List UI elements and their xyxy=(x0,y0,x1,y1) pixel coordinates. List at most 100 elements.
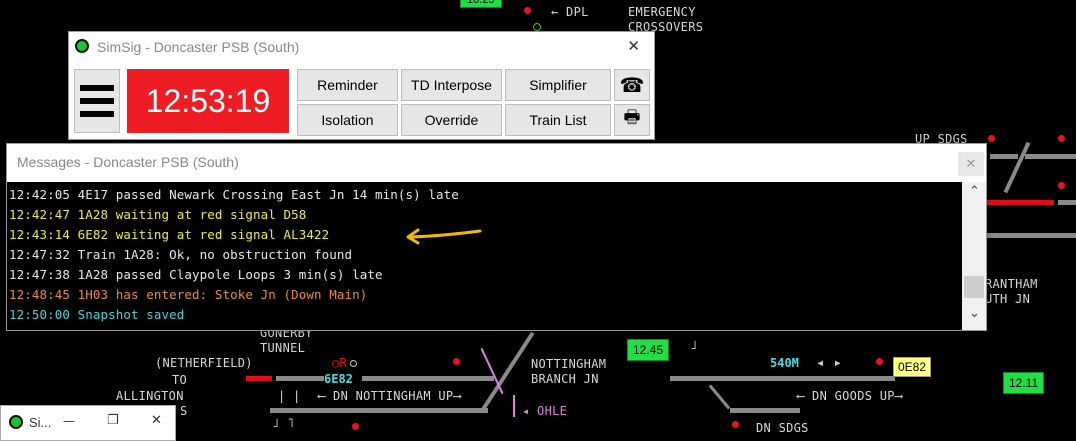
track-section xyxy=(730,408,800,413)
reminder-button[interactable]: Reminder xyxy=(297,69,398,101)
track-diagonal xyxy=(1003,141,1031,194)
track-occupied xyxy=(246,376,272,381)
scroll-down-icon[interactable]: ⌄ xyxy=(969,306,980,321)
grantham-label: RANTHAM xyxy=(985,277,1038,291)
branch-jn-label: BRANCH JN xyxy=(531,372,599,386)
dn-sdgs-label: DN SDGS xyxy=(756,421,809,435)
track-diagonal xyxy=(708,384,731,410)
dn-nottingham-up-label: ⟵ DN NOTTINGHAM UP⟶ xyxy=(318,389,461,403)
message-row[interactable]: 12:48:45 1H03 has entered: Stoke Jn (Dow… xyxy=(9,285,459,305)
isolation-button[interactable]: Isolation xyxy=(297,104,398,136)
signal[interactable] xyxy=(453,358,460,365)
message-text: 1H03 has entered: Stoke Jn (Down Main) xyxy=(77,287,368,302)
simsig-main-window: SimSig - Doncaster PSB (South) ✕ 12:53:1… xyxy=(68,31,655,140)
message-time: 12:42:05 xyxy=(9,187,71,202)
dn-goods-up-label: ⟵ DN GOODS UP⟶ xyxy=(797,389,903,403)
train-list-button[interactable]: Train List xyxy=(505,104,611,136)
message-spacer xyxy=(70,307,78,322)
track-occupied xyxy=(986,200,1054,205)
signal[interactable] xyxy=(1058,135,1065,142)
message-row[interactable]: 12:42:05 4E17 passed Newark Crossing Eas… xyxy=(9,185,459,205)
messages-window: Messages - Doncaster PSB (South) 12:42:0… xyxy=(6,143,987,331)
train-berth-yellow[interactable]: 0E82 xyxy=(893,357,932,377)
track-section xyxy=(362,376,494,381)
phone-button[interactable]: ☎ xyxy=(614,69,650,101)
minimized-title: Si... xyxy=(29,415,52,430)
track-section xyxy=(1025,154,1076,159)
phone-icon: ☎ xyxy=(619,73,645,97)
messages-close-button[interactable]: ✕ xyxy=(958,152,984,176)
message-spacer xyxy=(70,207,78,222)
s-label: S xyxy=(180,404,188,418)
message-text: 6E82 waiting at red signal AL3422 xyxy=(77,227,330,242)
signal[interactable] xyxy=(732,421,739,428)
track-ticks: | | xyxy=(278,389,301,403)
train-berth-540m[interactable]: 540M xyxy=(770,356,799,370)
scroll-up-icon[interactable]: ⌃ xyxy=(969,184,980,199)
message-text: 1A28 waiting at red signal D58 xyxy=(77,207,307,222)
title-bar[interactable]: Messages - Doncaster PSB (South) xyxy=(7,144,986,180)
message-row[interactable]: 12:42:47 1A28 waiting at red signal D58 xyxy=(9,205,459,225)
minimized-window[interactable]: Si... — ❐ ✕ xyxy=(0,405,176,441)
print-button[interactable]: 🖶 xyxy=(614,104,650,136)
simplifier-button[interactable]: Simplifier xyxy=(505,69,611,101)
signal[interactable] xyxy=(352,423,359,430)
message-time: 12:48:45 xyxy=(9,287,71,302)
close-icon[interactable]: ✕ xyxy=(627,37,640,55)
message-text: Snapshot saved xyxy=(77,307,185,322)
track-section xyxy=(276,376,324,381)
message-spacer xyxy=(70,187,78,202)
track-section xyxy=(986,233,1076,238)
or-label: ○R xyxy=(332,356,348,370)
track-section xyxy=(990,154,1018,159)
allington-label: ALLINGTON xyxy=(116,389,184,403)
message-row[interactable]: 12:47:38 1A28 passed Claypole Loops 3 mi… xyxy=(9,265,459,285)
netherfield-label: (NETHERFIELD) xyxy=(155,356,253,370)
signal-aspect xyxy=(533,23,541,31)
south-jn-label: UTH JN xyxy=(985,292,1031,306)
ohle-label: ◂ OHLE xyxy=(522,404,568,418)
train-berth-6e82[interactable]: 6E82 xyxy=(324,372,353,386)
message-row[interactable]: 12:47:32 Train 1A28: Ok, no obstruction … xyxy=(9,245,459,265)
message-time: 12:50:00 xyxy=(9,307,71,322)
override-button[interactable]: Override xyxy=(401,104,502,136)
signal[interactable] xyxy=(524,7,531,14)
ohle-boundary xyxy=(480,347,504,395)
message-time: 12:42:47 xyxy=(9,207,71,222)
scroll-thumb[interactable] xyxy=(964,276,984,298)
train-time-box-1211: 12.11 xyxy=(1003,372,1045,394)
message-row[interactable]: 12:43:14 6E82 waiting at red signal AL34… xyxy=(9,225,459,245)
signal[interactable] xyxy=(350,360,357,367)
minimize-icon[interactable]: — xyxy=(63,414,75,428)
message-spacer xyxy=(70,267,78,282)
title-bar[interactable]: SimSig - Doncaster PSB (South) ✕ xyxy=(69,32,654,62)
signal[interactable] xyxy=(988,135,995,142)
restore-icon[interactable]: ❐ xyxy=(107,413,119,428)
td-interpose-button[interactable]: TD Interpose xyxy=(401,69,502,101)
message-text: 4E17 passed Newark Crossing East Jn 14 m… xyxy=(77,187,459,202)
menu-button[interactable] xyxy=(74,69,120,133)
message-text: Train 1A28: Ok, no obstruction found xyxy=(77,247,353,262)
clock-display: 12:53:19 xyxy=(127,69,289,133)
message-list[interactable]: 12:42:05 4E17 passed Newark Crossing Eas… xyxy=(7,182,962,330)
annotation-arrow-icon xyxy=(406,228,482,245)
to-label: TO xyxy=(172,373,188,387)
hamburger-icon xyxy=(80,85,114,117)
track-section xyxy=(270,408,488,413)
message-row[interactable]: 12:50:00 Snapshot saved xyxy=(9,305,459,325)
track-ticks: ˩ ˥ xyxy=(272,416,295,430)
train-time-box-top: 10.25 xyxy=(460,0,502,8)
message-spacer xyxy=(70,287,78,302)
track-diagonal xyxy=(479,331,535,414)
scrollbar[interactable]: ⌃ ⌄ xyxy=(962,182,986,330)
message-text: 1A28 passed Claypole Loops 3 min(s) late xyxy=(77,267,383,282)
app-logo-icon xyxy=(9,415,23,429)
emergency-label: EMERGENCY xyxy=(628,5,696,19)
message-spacer xyxy=(70,227,78,242)
signal[interactable] xyxy=(876,358,883,365)
signal[interactable] xyxy=(1058,182,1065,189)
close-icon[interactable]: ✕ xyxy=(151,413,162,428)
nottingham-label: NOTTINGHAM xyxy=(531,357,607,371)
app-logo-icon xyxy=(75,39,89,53)
track-section xyxy=(670,376,895,381)
